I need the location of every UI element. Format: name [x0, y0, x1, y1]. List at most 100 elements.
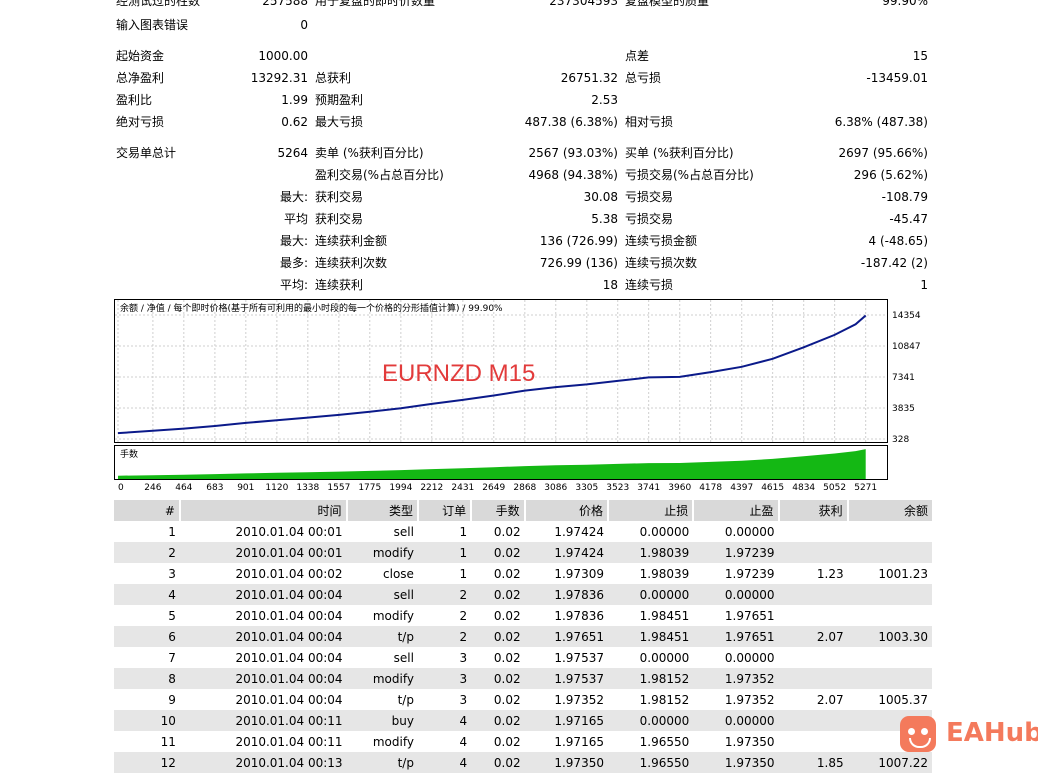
table-cell: sell: [393, 524, 414, 539]
table-cell: 9: [168, 692, 176, 707]
col-header-balance: 余额: [846, 500, 932, 521]
table-cell: sell: [346, 584, 418, 605]
table-row: 3 2010.01.04 00:02 close 1 0.02 1.97309 1.9803…: [114, 563, 932, 584]
x-tick-label: 246: [144, 483, 161, 493]
table-cell: [778, 668, 848, 689]
spread-label: 点差: [625, 49, 650, 63]
table-cell: 4: [459, 734, 468, 749]
table-cell: 3: [417, 668, 472, 689]
avg-consec-wins-label: 连续获利: [315, 278, 364, 292]
table-cell: close: [383, 566, 414, 581]
expected-payoff-label: 预期盈利: [315, 93, 364, 107]
table-cell: [778, 710, 848, 731]
table-cell: 0.00000: [607, 710, 694, 731]
profit-trades-label: 盈利交易(%占总百分比): [315, 168, 444, 182]
initial-deposit-value: 1000.00: [258, 49, 308, 63]
table-cell: 1.98039: [607, 542, 694, 563]
table-cell: modify: [346, 668, 418, 689]
long-positions-label: 买单 (%获利百分比): [625, 146, 734, 160]
absolute-drawdown-value: 0.62: [281, 115, 308, 129]
table-cell: 2010.01.04 00:13: [179, 752, 347, 773]
avg-consec-losses-value: 1: [920, 278, 928, 292]
table-cell: 0.02: [493, 566, 521, 581]
table-cell: modify: [372, 608, 414, 623]
table-cell: 0.00000: [639, 650, 690, 665]
x-tick-label: 1994: [389, 483, 412, 493]
x-tick-label: 683: [206, 483, 223, 493]
gross-profit-label: 总获利: [315, 71, 352, 85]
modelling-quality-label: 复盘模型的质量: [625, 0, 710, 8]
ticks-modelled-label: 用于复盘的即时价数量: [315, 0, 436, 8]
x-tick-label: 4615: [761, 483, 784, 493]
table-cell: 1.98152: [639, 692, 690, 707]
table-cell: 1.97350: [724, 734, 775, 749]
table-row: 2 2010.01.04 00:01 modify 1 0.02 1.97424 1.980…: [114, 542, 932, 563]
chart-errors-value: 0: [300, 18, 308, 32]
table-cell: 7: [168, 650, 176, 665]
relative-drawdown-value: 6.38% (487.38): [834, 115, 928, 129]
table-cell: 1.97352: [693, 668, 779, 689]
spread-value: 15: [912, 49, 928, 63]
table-cell: [779, 521, 848, 542]
gross-profit-value: 26751.32: [560, 71, 618, 85]
table-cell: 5: [168, 608, 176, 623]
table-cell: 3: [168, 566, 176, 581]
table-cell: 1005.37: [878, 692, 928, 707]
average-loss-value: -45.47: [889, 212, 928, 226]
table-row: 8 2010.01.04 00:04 modify 3 0.02 1.97537 1.981…: [114, 668, 932, 689]
table-cell: 1.97239: [724, 566, 775, 581]
table-cell: 1.97836: [524, 584, 608, 605]
max-consec-money-prefix: 最大:: [279, 234, 308, 248]
net-profit-label: 总净盈利: [116, 71, 165, 85]
table-cell: 12: [114, 752, 180, 773]
max-consec-wins-money-label: 连续获利金额: [315, 234, 388, 248]
x-tick-label: 4178: [699, 483, 722, 493]
table-cell: 2010.01.04 00:01: [235, 524, 343, 539]
table-cell: 2010.01.04 00:04: [235, 692, 343, 707]
table-cell: 0.02: [471, 668, 525, 689]
table-cell: [847, 584, 932, 605]
short-positions-value: 2567 (93.03%): [528, 146, 618, 160]
table-cell: 1.97165: [554, 734, 604, 749]
watermark-text: EAHub: [946, 718, 1038, 748]
table-cell: 1.97352: [724, 692, 775, 707]
table-cell: 2: [114, 542, 180, 563]
largest-loss-value: -108.79: [881, 190, 928, 204]
bars-tested-value: 257588: [262, 0, 308, 8]
table-cell: 1.97537: [524, 668, 608, 689]
x-tick-label: 2212: [420, 483, 443, 493]
eahub-logo-icon: [900, 716, 936, 752]
table-cell: 2010.01.04 00:04: [179, 626, 347, 647]
table-row: 6 2010.01.04 00:04 t/p 2 0.02 1.97651 1.98451 1…: [114, 626, 932, 647]
total-trades-label: 交易单总计: [116, 146, 177, 160]
y-axis-ticks: 14354 10847 7341 3835 328: [892, 311, 921, 445]
table-row: 4 2010.01.04 00:04 sell 2 0.02 1.97836 0.00000…: [114, 584, 932, 605]
max-consec-losses-money-value: 4 (-48.65): [868, 234, 929, 248]
modelling-quality-value: 99.90%: [882, 0, 928, 8]
col-header-order: 订单: [416, 500, 472, 521]
table-cell: 0.02: [493, 692, 521, 707]
x-tick-label: 2431: [451, 483, 474, 493]
table-cell: [779, 731, 848, 752]
y-tick-label: 10847: [892, 342, 921, 352]
table-cell: 1: [168, 524, 176, 539]
table-cell: 0.02: [493, 650, 521, 665]
table-cell: 3: [459, 692, 468, 707]
bars-tested-label: 经测试过的柱数: [116, 0, 201, 8]
eahub-watermark: EAHub: [898, 714, 1038, 760]
table-row: 1 2010.01.04 00:01 sell 1 0.02 1.97424 0.00000…: [114, 521, 932, 542]
maximal-drawdown-value: 487.38 (6.38%): [524, 115, 618, 129]
trades-table: # 时间 类型 订单 手数 价格 止损 止盈 获利 余额 1 2010.01.04…: [114, 500, 932, 773]
average-profit-value: 5.38: [591, 212, 618, 226]
total-trades-value: 5264: [277, 146, 308, 160]
avg-consec-wins-value: 18: [602, 278, 618, 292]
chart-overlay-title: EURNZD M15: [382, 360, 535, 387]
table-cell: 1: [459, 566, 468, 581]
table-cell: 1003.30: [847, 626, 932, 647]
table-row: 7 2010.01.04 00:04 sell 3 0.02 1.97537 0.00000…: [114, 647, 932, 668]
y-tick-label: 328: [892, 435, 909, 445]
col-header-stop-loss: 止损: [606, 500, 694, 521]
max-consec-wins-count-value: 726.99 (136): [539, 256, 618, 270]
table-cell: 1.97836: [554, 608, 604, 623]
balance-chart: 余额 / 净值 / 每个即时价格(基于所有可利用的最小时段的每一个价格的分形插值…: [114, 299, 921, 493]
